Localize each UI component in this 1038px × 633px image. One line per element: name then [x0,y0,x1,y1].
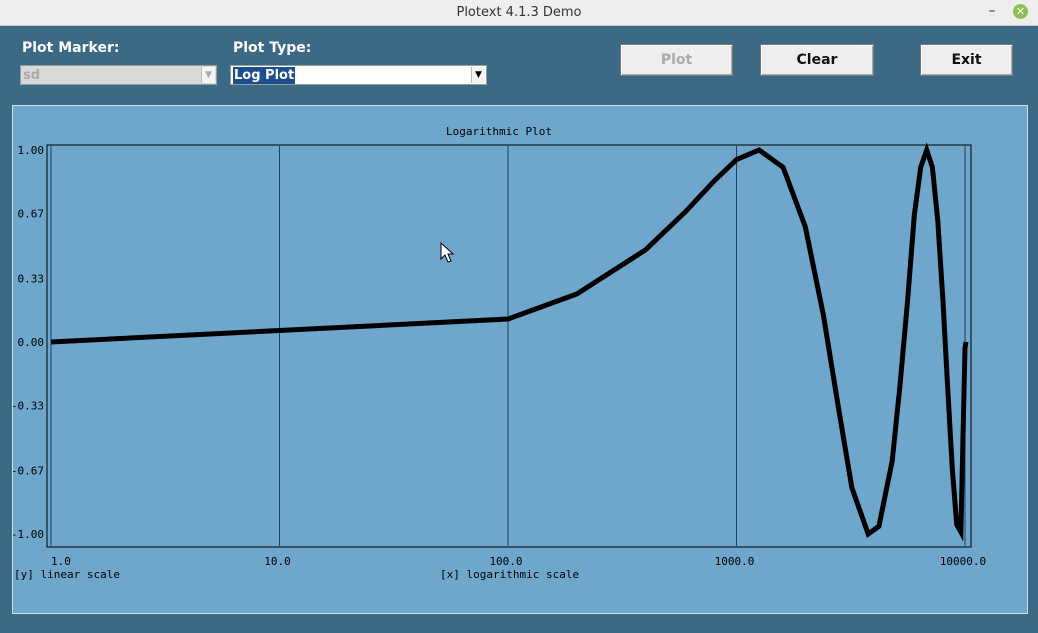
plot-type-select[interactable]: Log Plot ▼ [230,65,487,85]
window-title: Plotext 4.1.3 Demo [456,5,582,20]
y-tick-label: 0.00 [18,336,45,349]
plot-frame [46,144,972,548]
window-titlebar: Plotext 4.1.3 Demo – ✕ [0,0,1038,26]
x-tick-label: 10000.0 [940,555,986,568]
exit-button[interactable]: Exit [920,44,1013,76]
plot-type-label: Plot Type: [233,40,312,56]
chevron-down-icon: ▼ [201,67,215,83]
close-icon[interactable]: ✕ [1013,4,1028,19]
log-plot-chart: Logarithmic Plot 1.00 0.67 0.33 0.00 -0.33 -0… [13,125,986,581]
plot-canvas: Logarithmic Plot 1.00 0.67 0.33 0.00 -0.33 -0… [12,105,1028,614]
plot-marker-select: sd ▼ [20,65,217,85]
chevron-down-icon[interactable]: ▼ [471,67,485,83]
x-axis-label: [x] logarithmic scale [440,568,579,581]
y-axis-label: [y] linear scale [14,568,120,581]
chart-title: Logarithmic Plot [446,125,552,138]
y-tick-label: -0.33 [13,399,44,412]
x-tick-label: 1000.0 [715,555,755,568]
y-tick-label: 0.33 [18,273,45,286]
plot-marker-value: sd [23,68,41,83]
y-tick-label: -0.67 [13,465,44,478]
y-tick-label: 1.00 [18,144,45,157]
clear-button[interactable]: Clear [760,44,874,76]
x-tick-label: 1.0 [51,555,71,568]
x-tick-label: 100.0 [489,555,522,568]
plot-type-value: Log Plot [233,67,296,84]
y-tick-label: 0.67 [18,207,45,220]
minimize-icon[interactable]: – [985,3,999,19]
x-tick-label: 10.0 [264,555,291,568]
y-tick-label: -1.00 [13,528,44,541]
mouse-cursor-icon [440,242,455,263]
plot-marker-label: Plot Marker: [22,40,120,56]
plot-button[interactable]: Plot [620,44,733,76]
